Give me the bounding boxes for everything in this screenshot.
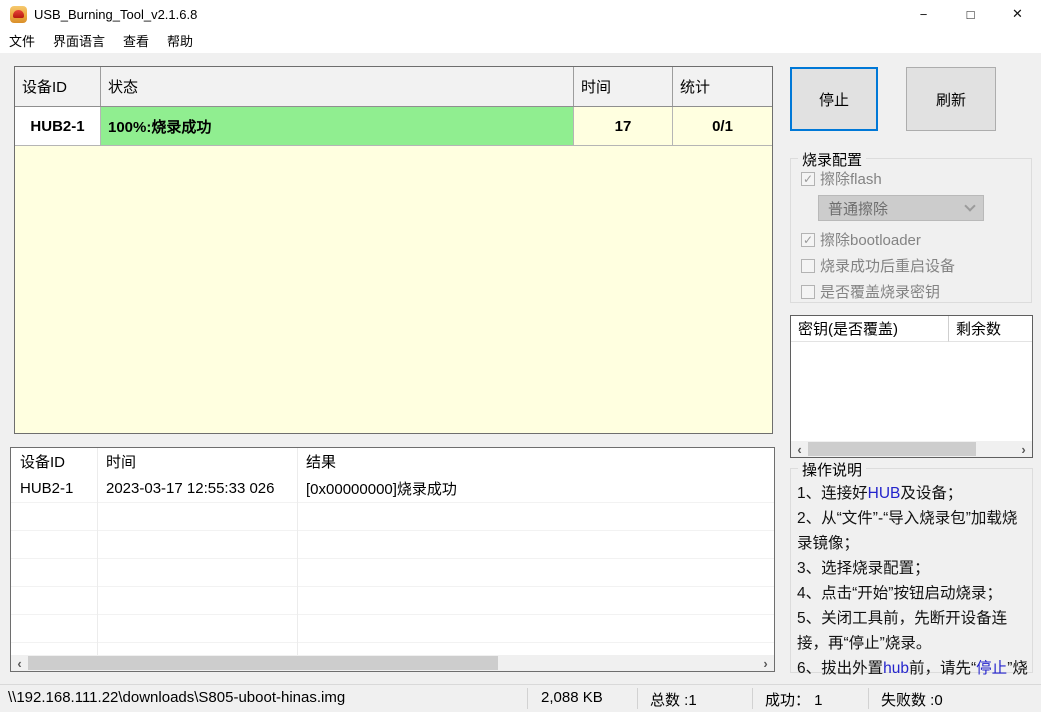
instruction-line: 5、关闭工具前，先断开设备连接，再“停止”烧录。	[797, 610, 1008, 652]
instruction-highlight: HUB	[867, 485, 901, 502]
menu-bar: 文件 界面语言 查看 帮助	[0, 28, 1041, 53]
instructions-title: 操作说明	[798, 459, 867, 480]
key-table-scrollbar[interactable]: ‹ ›	[791, 441, 1032, 457]
burn-config-title: 烧录配置	[798, 149, 867, 170]
chevron-down-icon	[964, 200, 976, 212]
statusbar-divider	[868, 688, 869, 709]
checkbox-label: 烧录成功后重启设备	[820, 258, 956, 275]
checkbox-label: 是否覆盖烧录密钥	[820, 284, 941, 301]
instruction-text: 及设备；	[900, 485, 963, 502]
key-table: 密钥(是否覆盖) 剩余数 ‹ ›	[790, 315, 1033, 458]
scrollbar-thumb[interactable]	[808, 442, 976, 456]
scroll-right-icon[interactable]: ›	[1015, 441, 1032, 457]
refresh-button[interactable]: 刷新	[906, 67, 996, 131]
burn-config-group: 烧录配置 ✓ 擦除flash 普通擦除 ✓ 擦除bootloader 烧录成功后…	[790, 149, 1032, 303]
close-button[interactable]: ✕	[994, 0, 1041, 28]
window-controls: − □ ✕	[900, 0, 1041, 28]
instruction-highlight: 停止	[976, 660, 1008, 677]
header-result: 结果	[306, 454, 337, 471]
menu-language[interactable]: 界面语言	[44, 31, 114, 50]
log-table-scrollbar[interactable]: ‹ ›	[11, 655, 774, 671]
instruction-text: 前，请先“	[909, 660, 977, 677]
log-row-empty	[11, 615, 774, 643]
log-row-empty	[11, 503, 774, 531]
device-table: 设备ID 状态 时间 统计 HUB2-1 100%:烧录成功 17 0/1	[14, 66, 773, 434]
instruction-line: 2、从“文件”-“导入烧录包”加载烧录镜像；	[797, 510, 1018, 552]
checkbox-reboot-after-success[interactable]: 烧录成功后重启设备	[801, 255, 955, 276]
header-time: 时间	[574, 67, 673, 106]
log-time: 2023-03-17 12:55:33 026	[106, 480, 275, 497]
image-size: 2,088 KB	[541, 689, 603, 706]
menu-view[interactable]: 查看	[114, 31, 158, 50]
scroll-left-icon[interactable]: ‹	[11, 655, 28, 671]
instructions-body: 1、连接好HUB及设备； 2、从“文件”-“导入烧录包”加载烧录镜像； 3、选择…	[791, 469, 1032, 706]
header-time: 时间	[106, 454, 137, 471]
column-divider	[97, 448, 98, 655]
log-table: 设备ID 时间 结果 HUB2-1 2023-03-17 12:55:33 02…	[10, 447, 775, 672]
instruction-line: 1、连接好HUB及设备；	[797, 481, 1029, 506]
instruction-text: 1、连接好	[797, 485, 868, 502]
checkbox-icon	[801, 258, 815, 273]
log-row-empty	[11, 531, 774, 559]
menu-file[interactable]: 文件	[0, 31, 44, 50]
log-result: [0x00000000]烧录成功	[306, 481, 457, 498]
instructions-group: 操作说明 1、连接好HUB及设备； 2、从“文件”-“导入烧录包”加载烧录镜像；…	[790, 459, 1033, 702]
checkbox-icon: ✓	[801, 232, 815, 247]
log-row-empty	[11, 559, 774, 587]
scrollbar-thumb[interactable]	[28, 656, 498, 670]
instruction-text: 6、拔出外置	[797, 660, 884, 677]
checkbox-overwrite-key[interactable]: 是否覆盖烧录密钥	[801, 281, 940, 302]
title-bar: USB_Burning_Tool_v2.1.6.8 − □ ✕	[0, 0, 1041, 28]
stop-button[interactable]: 停止	[790, 67, 878, 131]
window-title: USB_Burning_Tool_v2.1.6.8	[34, 6, 198, 22]
statusbar-divider	[637, 688, 638, 709]
header-device-id: 设备ID	[20, 454, 66, 471]
checkbox-icon	[801, 284, 815, 299]
menu-help[interactable]: 帮助	[158, 31, 202, 50]
device-stats-cell: 0/1	[673, 107, 772, 146]
log-table-header: 设备ID 时间 结果	[11, 448, 774, 475]
header-device-id: 设备ID	[15, 67, 101, 106]
statusbar-divider	[752, 688, 753, 709]
checkbox-label: 擦除bootloader	[820, 232, 921, 249]
header-remaining: 剩余数	[949, 316, 1032, 342]
header-status: 状态	[101, 67, 574, 106]
log-row-empty	[11, 587, 774, 615]
column-divider	[297, 448, 298, 655]
key-table-header: 密钥(是否覆盖) 剩余数	[791, 316, 1032, 342]
checkbox-label: 擦除flash	[820, 171, 882, 188]
image-path: \\192.168.111.22\downloads\S805-uboot-hi…	[8, 689, 346, 706]
erase-mode-value: 普通擦除	[828, 200, 889, 218]
app-icon	[10, 5, 27, 23]
device-row[interactable]: HUB2-1 100%:烧录成功 17 0/1	[15, 107, 772, 146]
device-status-cell: 100%:烧录成功	[101, 107, 574, 146]
header-key: 密钥(是否覆盖)	[791, 316, 949, 342]
total-count: 总数 :1	[650, 692, 697, 709]
checkbox-erase-flash[interactable]: ✓ 擦除flash	[801, 168, 882, 189]
device-table-header: 设备ID 状态 时间 统计	[15, 67, 772, 107]
erase-mode-dropdown[interactable]: 普通擦除	[818, 195, 984, 221]
checkbox-erase-bootloader[interactable]: ✓ 擦除bootloader	[801, 229, 921, 250]
device-id-cell: HUB2-1	[15, 107, 101, 146]
header-stats: 统计	[680, 79, 711, 96]
scroll-right-icon[interactable]: ›	[757, 655, 774, 671]
instruction-line: 4、点击“开始”按钮启动烧录；	[797, 585, 1002, 602]
statusbar-divider	[527, 688, 528, 709]
log-row[interactable]: HUB2-1 2023-03-17 12:55:33 026 [0x000000…	[11, 475, 774, 503]
instruction-line: 3、选择烧录配置；	[797, 560, 930, 577]
checkbox-icon: ✓	[801, 171, 815, 186]
device-time-cell: 17	[574, 107, 673, 146]
success-count: 成功： 1	[765, 692, 823, 709]
scroll-left-icon[interactable]: ‹	[791, 441, 808, 457]
instruction-highlight: hub	[883, 660, 909, 677]
failed-count: 失败数 :0	[881, 692, 943, 709]
minimize-button[interactable]: −	[900, 0, 947, 28]
app-icon-flame	[13, 9, 24, 18]
maximize-button[interactable]: □	[947, 0, 994, 28]
status-bar: \\192.168.111.22\downloads\S805-uboot-hi…	[0, 684, 1041, 712]
log-device-id: HUB2-1	[20, 480, 74, 497]
